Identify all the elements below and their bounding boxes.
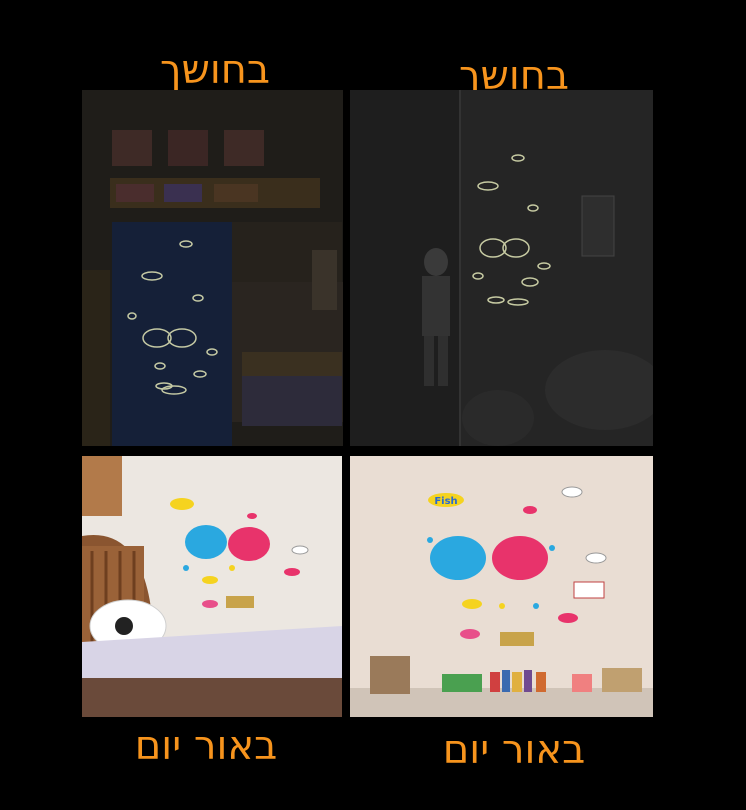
photo-bedroom-dark: [82, 90, 343, 446]
caption-day-right: באור יום: [442, 727, 586, 773]
fish-label: Fish: [434, 496, 457, 507]
caption-dark-left: בחושך: [160, 47, 270, 93]
caption-day-left: באור יום: [134, 723, 278, 769]
photo-shelf-day: Fish: [350, 456, 653, 717]
photo-bathroom-dark: [350, 90, 653, 446]
photo-bedroom-day: [82, 456, 342, 717]
